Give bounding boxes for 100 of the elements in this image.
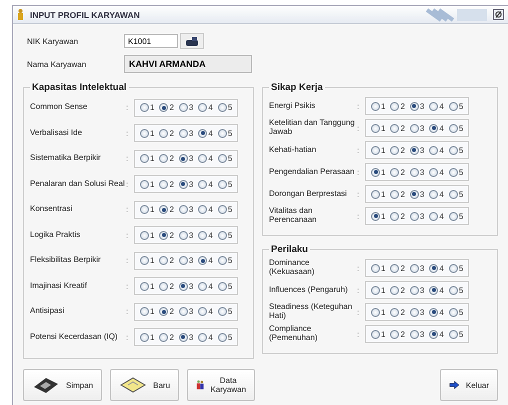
radio-button[interactable] [429,102,438,110]
radio-button[interactable] [140,282,149,291]
radio-button[interactable] [390,168,400,176]
radio-button[interactable] [140,180,149,189]
radio-button[interactable] [178,103,188,112]
radio-button[interactable] [371,212,380,220]
radio-button[interactable] [218,282,227,291]
radio-button[interactable] [429,286,438,294]
new-button[interactable]: Baru [110,369,180,401]
radio-button[interactable] [429,190,438,198]
radio-button[interactable] [410,308,419,316]
radio-button[interactable] [140,128,149,138]
radio-button[interactable] [218,256,227,266]
radio-button[interactable] [429,146,438,154]
radio-button[interactable] [159,103,168,112]
save-button[interactable]: Simpan [23,369,102,401]
radio-button[interactable] [159,154,168,164]
radio-button[interactable] [448,330,458,338]
radio-button[interactable] [178,230,188,240]
name-field[interactable]: KAHVI ARMANDA [124,55,252,73]
radio-button[interactable] [140,205,149,214]
radio-button[interactable] [429,168,438,176]
radio-button[interactable] [198,154,208,164]
radio-button[interactable] [390,190,400,198]
radio-button[interactable] [178,128,188,138]
radio-button[interactable] [198,180,208,189]
radio-button[interactable] [198,230,208,240]
radio-button[interactable] [218,307,227,316]
radio-button[interactable] [198,205,208,214]
radio-button[interactable] [178,180,188,189]
radio-button[interactable] [448,264,458,272]
radio-button[interactable] [198,307,208,316]
radio-button[interactable] [410,124,419,132]
nik-field[interactable]: K1001 [124,34,178,48]
radio-button[interactable] [410,286,419,294]
radio-button[interactable] [410,190,419,198]
radio-button[interactable] [140,332,149,342]
radio-button[interactable] [390,102,400,110]
radio-button[interactable] [218,332,227,342]
radio-button[interactable] [390,212,400,220]
radio-button[interactable] [390,308,400,316]
radio-button[interactable] [159,230,168,240]
radio-button[interactable] [198,103,208,112]
radio-button[interactable] [140,230,149,240]
radio-button[interactable] [429,330,438,338]
radio-button[interactable] [178,307,188,316]
radio-button[interactable] [429,124,438,132]
radio-button[interactable] [371,146,380,154]
radio-button[interactable] [140,154,149,164]
radio-button[interactable] [198,256,208,266]
radio-button[interactable] [218,154,227,164]
lookup-button[interactable] [180,33,204,49]
radio-button[interactable] [429,212,438,220]
radio-button[interactable] [140,256,149,266]
radio-button[interactable] [390,264,400,272]
radio-button[interactable] [448,146,458,154]
radio-button[interactable] [410,264,419,272]
radio-button[interactable] [178,256,188,266]
radio-button[interactable] [448,124,458,132]
radio-button[interactable] [140,307,149,316]
data-button[interactable]: Data Karyawan [187,369,256,401]
radio-button[interactable] [448,168,458,176]
radio-button[interactable] [371,330,380,338]
radio-button[interactable] [218,103,227,112]
radio-button[interactable] [159,205,168,214]
radio-button[interactable] [198,332,208,342]
radio-button[interactable] [429,264,438,272]
radio-button[interactable] [448,102,458,110]
exit-button[interactable]: Keluar [440,369,498,401]
radio-button[interactable] [448,212,458,220]
radio-button[interactable] [371,102,380,110]
radio-button[interactable] [390,124,400,132]
radio-button[interactable] [390,286,400,294]
radio-button[interactable] [218,180,227,189]
radio-button[interactable] [410,330,419,338]
radio-button[interactable] [410,146,419,154]
radio-button[interactable] [178,332,188,342]
radio-button[interactable] [371,308,380,316]
radio-button[interactable] [410,212,419,220]
radio-button[interactable] [390,330,400,338]
radio-button[interactable] [178,282,188,291]
radio-button[interactable] [159,282,168,291]
radio-button[interactable] [198,128,208,138]
radio-button[interactable] [371,190,380,198]
radio-button[interactable] [198,282,208,291]
restore-icon[interactable] [493,9,504,20]
radio-button[interactable] [159,307,168,316]
radio-button[interactable] [218,128,227,138]
radio-button[interactable] [218,230,227,240]
radio-button[interactable] [429,308,438,316]
radio-button[interactable] [371,286,380,294]
radio-button[interactable] [178,205,188,214]
radio-button[interactable] [448,286,458,294]
radio-button[interactable] [410,102,419,110]
radio-button[interactable] [218,205,227,214]
radio-button[interactable] [371,124,380,132]
radio-button[interactable] [448,308,458,316]
radio-button[interactable] [410,168,419,176]
radio-button[interactable] [140,103,149,112]
radio-button[interactable] [371,168,380,176]
